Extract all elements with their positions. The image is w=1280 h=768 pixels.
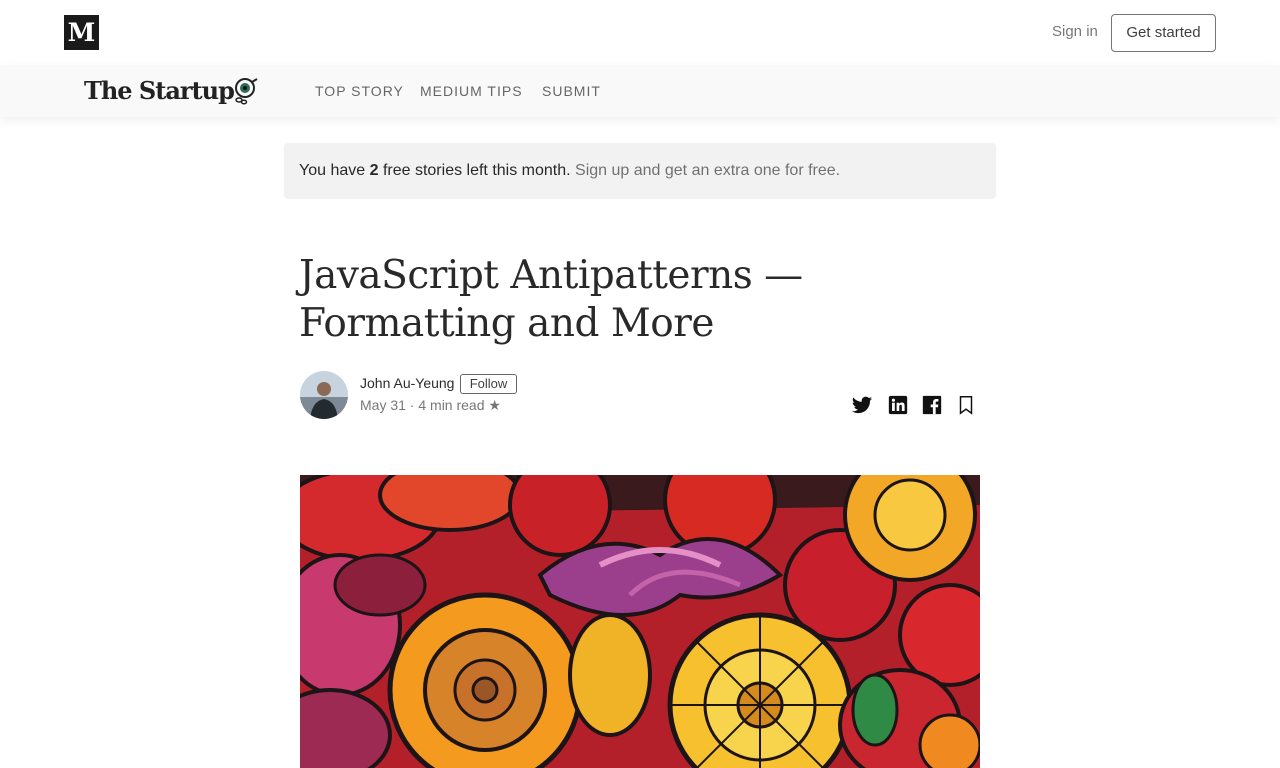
article-meta: May 31 · 4 min read ★ bbox=[360, 397, 501, 413]
free-stories-notice: You have 2 free stories left this month.… bbox=[284, 143, 996, 199]
startup-camera-icon bbox=[235, 78, 258, 105]
publication-bar: The Startup TOP STORY MEDIUM TIPS SUBMIT bbox=[0, 65, 1280, 117]
notice-suffix: free stories left this month. bbox=[378, 162, 571, 179]
get-started-button[interactable]: Get started bbox=[1111, 14, 1216, 52]
signup-link[interactable]: Sign up and get an extra one for free. bbox=[575, 162, 840, 179]
sign-in-link[interactable]: Sign in bbox=[1052, 22, 1098, 42]
article-hero-image bbox=[300, 475, 980, 768]
author-name[interactable]: John Au-Yeung bbox=[360, 375, 454, 391]
nav-medium-tips[interactable]: MEDIUM TIPS bbox=[420, 83, 523, 99]
notice-count: 2 bbox=[369, 162, 379, 179]
publication-logo[interactable]: The Startup bbox=[84, 75, 235, 107]
author-avatar[interactable] bbox=[300, 371, 348, 419]
nav-submit[interactable]: SUBMIT bbox=[542, 83, 601, 99]
top-bar: M Sign in Get started bbox=[0, 0, 1280, 65]
nav-top-story[interactable]: TOP STORY bbox=[315, 83, 404, 99]
notice-prefix: You have bbox=[299, 162, 370, 179]
bookmark-icon[interactable] bbox=[955, 394, 977, 416]
twitter-icon[interactable] bbox=[851, 394, 873, 416]
linkedin-icon[interactable] bbox=[887, 394, 909, 416]
medium-logo[interactable]: M bbox=[64, 15, 99, 50]
article-title: JavaScript Antipatterns — Formatting and… bbox=[299, 253, 803, 346]
facebook-icon[interactable] bbox=[921, 394, 943, 416]
follow-button[interactable]: Follow bbox=[460, 374, 517, 394]
